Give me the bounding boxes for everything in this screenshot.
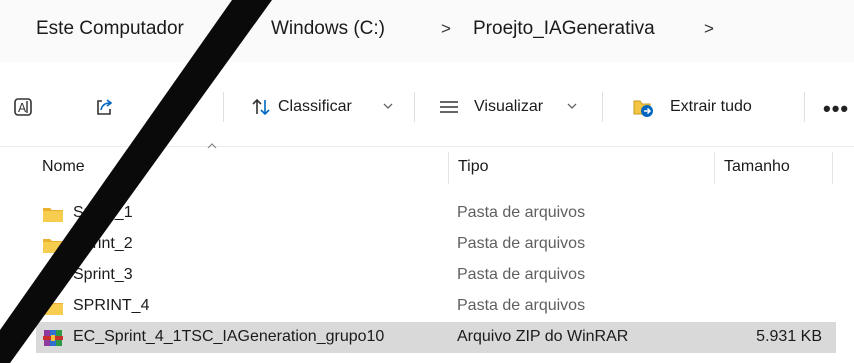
column-divider[interactable] (714, 152, 715, 184)
file-row[interactable]: Sprint_2 Pasta de arquivos (36, 229, 836, 260)
file-name: Sprint_1 (73, 204, 133, 221)
column-name-header[interactable]: Nome (42, 158, 85, 176)
view-icon[interactable] (438, 96, 460, 118)
column-size-header[interactable]: Tamanho (724, 158, 790, 176)
column-divider[interactable] (448, 152, 449, 184)
column-header: Nome Tipo Tamanho (0, 143, 854, 186)
toolbar-divider (804, 92, 805, 122)
file-type: Pasta de arquivos (457, 235, 586, 252)
sort-ascending-icon (207, 143, 217, 149)
extract-all-icon[interactable] (632, 96, 654, 118)
more-options-icon[interactable]: ••• (823, 96, 849, 122)
chevron-down-icon[interactable] (567, 102, 577, 110)
file-row[interactable]: SPRINT_4 Pasta de arquivos (36, 291, 836, 322)
sort-button[interactable]: Classificar (278, 98, 352, 116)
breadcrumb: Este Computador > Windows (C:) > Proejto… (0, 0, 854, 62)
toolbar-divider (223, 92, 224, 122)
file-name: Sprint_3 (73, 266, 133, 283)
folder-icon (43, 301, 63, 315)
folder-icon (43, 208, 63, 222)
column-divider[interactable] (832, 152, 833, 184)
folder-icon (43, 239, 63, 253)
chevron-down-icon[interactable] (383, 102, 393, 110)
delete-icon[interactable] (168, 96, 190, 118)
file-type: Arquivo ZIP do WinRAR (457, 328, 629, 345)
winrar-archive-icon (43, 330, 63, 346)
file-name: EC_Sprint_4_1TSC_IAGeneration_grupo10 (73, 328, 385, 345)
breadcrumb-item-drive[interactable]: Windows (C:) (271, 18, 385, 40)
rename-icon[interactable]: A (12, 96, 34, 118)
chevron-right-icon[interactable]: > (704, 19, 714, 39)
toolbar-divider (602, 92, 603, 122)
extract-all-button[interactable]: Extrair tudo (670, 98, 752, 116)
file-type: Pasta de arquivos (457, 266, 586, 283)
breadcrumb-item-folder[interactable]: Proejto_IAGenerativa (473, 18, 655, 40)
file-type: Pasta de arquivos (457, 204, 586, 221)
folder-icon (43, 270, 63, 284)
share-icon[interactable] (93, 96, 115, 118)
chevron-right-icon[interactable]: > (441, 19, 451, 39)
file-type: Pasta de arquivos (457, 297, 586, 314)
chevron-right-icon[interactable]: > (237, 19, 247, 39)
column-type-header[interactable]: Tipo (458, 158, 489, 176)
file-row-selected[interactable]: EC_Sprint_4_1TSC_IAGeneration_grupo10 Ar… (36, 322, 836, 353)
command-bar: A Classificar Visualizar Extrair tudo ••… (0, 62, 854, 147)
file-name: Sprint_2 (73, 235, 133, 252)
file-row[interactable]: Sprint_1 Pasta de arquivos (36, 198, 836, 229)
toolbar-divider (414, 92, 415, 122)
sort-icon[interactable] (250, 96, 272, 118)
breadcrumb-item-computer[interactable]: Este Computador (36, 18, 184, 40)
file-row[interactable]: Sprint_3 Pasta de arquivos (36, 260, 836, 291)
view-button[interactable]: Visualizar (474, 98, 543, 116)
file-size: 5.931 KB (756, 328, 822, 345)
file-name: SPRINT_4 (73, 297, 150, 314)
svg-text:A: A (18, 101, 27, 115)
